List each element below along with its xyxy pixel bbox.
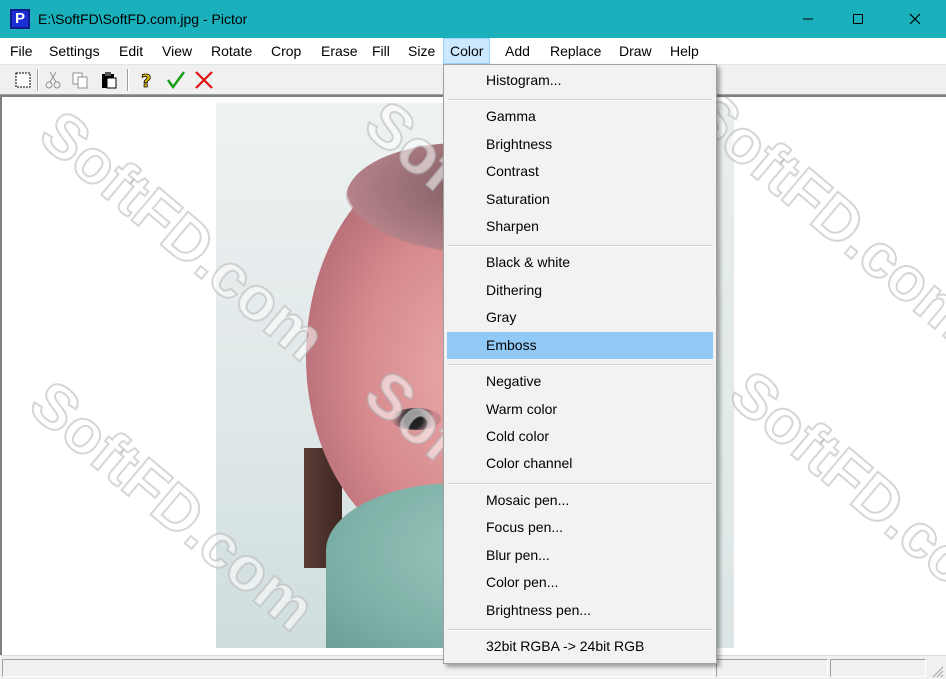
- menu-item-emboss[interactable]: Emboss: [447, 332, 713, 359]
- menu-replace[interactable]: Replace: [544, 38, 607, 64]
- menu-color[interactable]: Color: [443, 38, 491, 64]
- status-pane-2: [716, 659, 828, 677]
- menu-item-sharpen[interactable]: Sharpen: [447, 213, 713, 240]
- menu-rotate[interactable]: Rotate: [205, 38, 258, 64]
- menu-item-color-channel[interactable]: Color channel: [447, 450, 713, 477]
- menu-item-contrast[interactable]: Contrast: [447, 158, 713, 185]
- menu-item-brightness-pen[interactable]: Brightness pen...: [447, 597, 713, 624]
- menu-item-brightness[interactable]: Brightness: [447, 131, 713, 158]
- paste-button[interactable]: [97, 68, 121, 92]
- maximize-icon: [853, 14, 863, 24]
- menu-settings[interactable]: Settings: [43, 38, 106, 64]
- menu-item-cold-color[interactable]: Cold color: [447, 423, 713, 450]
- cancel-x-icon: [195, 71, 213, 89]
- toolbar-separator: [127, 69, 129, 91]
- cut-icon: [45, 71, 61, 89]
- close-icon: [909, 13, 921, 25]
- menu-item-color-pen[interactable]: Color pen...: [447, 569, 713, 596]
- menu-size[interactable]: Size: [402, 38, 441, 64]
- menu-separator: [448, 629, 712, 631]
- menu-separator: [448, 99, 712, 101]
- minimize-button[interactable]: [785, 0, 831, 38]
- menu-item-gamma[interactable]: Gamma: [447, 103, 713, 130]
- menu-item-warm-color[interactable]: Warm color: [447, 396, 713, 423]
- menu-item-saturation[interactable]: Saturation: [447, 186, 713, 213]
- select-icon: [15, 72, 31, 88]
- menu-item-dithering[interactable]: Dithering: [447, 277, 713, 304]
- help-icon: ?: [141, 71, 152, 91]
- menu-fill[interactable]: Fill: [366, 38, 396, 64]
- svg-text:?: ?: [141, 71, 151, 91]
- resize-grip-icon[interactable]: [930, 664, 944, 678]
- menu-item-blur-pen[interactable]: Blur pen...: [447, 542, 713, 569]
- cut-button[interactable]: [41, 68, 65, 92]
- menu-item-rgba-to-rgb[interactable]: 32bit RGBA -> 24bit RGB: [447, 633, 713, 660]
- menu-item-gray[interactable]: Gray: [447, 304, 713, 331]
- menu-add[interactable]: Add: [499, 38, 536, 64]
- cancel-button[interactable]: [192, 68, 216, 92]
- maximize-button[interactable]: [835, 0, 881, 38]
- menu-item-histogram[interactable]: Histogram...: [447, 67, 713, 94]
- menu-separator: [448, 245, 712, 247]
- pictor-app-icon[interactable]: P: [10, 9, 30, 29]
- menu-separator: [448, 483, 712, 485]
- menu-separator: [448, 364, 712, 366]
- watermark-text: SoftFD.com: [716, 357, 946, 635]
- checkmark-icon: [166, 71, 186, 90]
- photo-eye: [391, 408, 441, 430]
- color-menu-dropdown: Histogram... Gamma Brightness Contrast S…: [443, 64, 717, 664]
- copy-icon: [72, 72, 88, 89]
- menu-draw[interactable]: Draw: [613, 38, 658, 64]
- menu-edit[interactable]: Edit: [113, 38, 149, 64]
- menu-item-negative[interactable]: Negative: [447, 368, 713, 395]
- apply-button[interactable]: [164, 68, 188, 92]
- menu-item-focus-pen[interactable]: Focus pen...: [447, 514, 713, 541]
- menu-view[interactable]: View: [156, 38, 198, 64]
- menu-item-mosaic-pen[interactable]: Mosaic pen...: [447, 487, 713, 514]
- window-title: E:\SoftFD\SoftFD.com.jpg - Pictor: [38, 11, 248, 27]
- menu-bar: File Settings Edit View Rotate Crop Eras…: [0, 38, 946, 65]
- help-button[interactable]: ?: [134, 68, 158, 92]
- copy-button[interactable]: [68, 68, 92, 92]
- minimize-icon: [803, 18, 813, 20]
- select-button[interactable]: [11, 68, 35, 92]
- toolbar-separator: [37, 69, 39, 91]
- menu-crop[interactable]: Crop: [265, 38, 307, 64]
- close-button[interactable]: [892, 0, 938, 38]
- title-bar: P E:\SoftFD\SoftFD.com.jpg - Pictor: [0, 0, 946, 38]
- menu-item-black-white[interactable]: Black & white: [447, 249, 713, 276]
- menu-erase[interactable]: Erase: [315, 38, 364, 64]
- menu-help[interactable]: Help: [664, 38, 705, 64]
- paste-icon: [102, 72, 117, 89]
- status-pane-3: [830, 659, 926, 677]
- menu-file[interactable]: File: [4, 38, 39, 64]
